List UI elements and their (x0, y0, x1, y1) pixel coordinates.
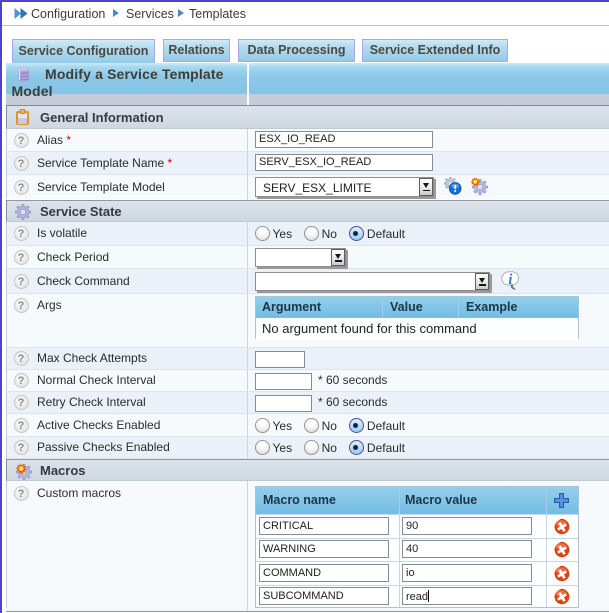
svg-text:i: i (508, 272, 512, 288)
